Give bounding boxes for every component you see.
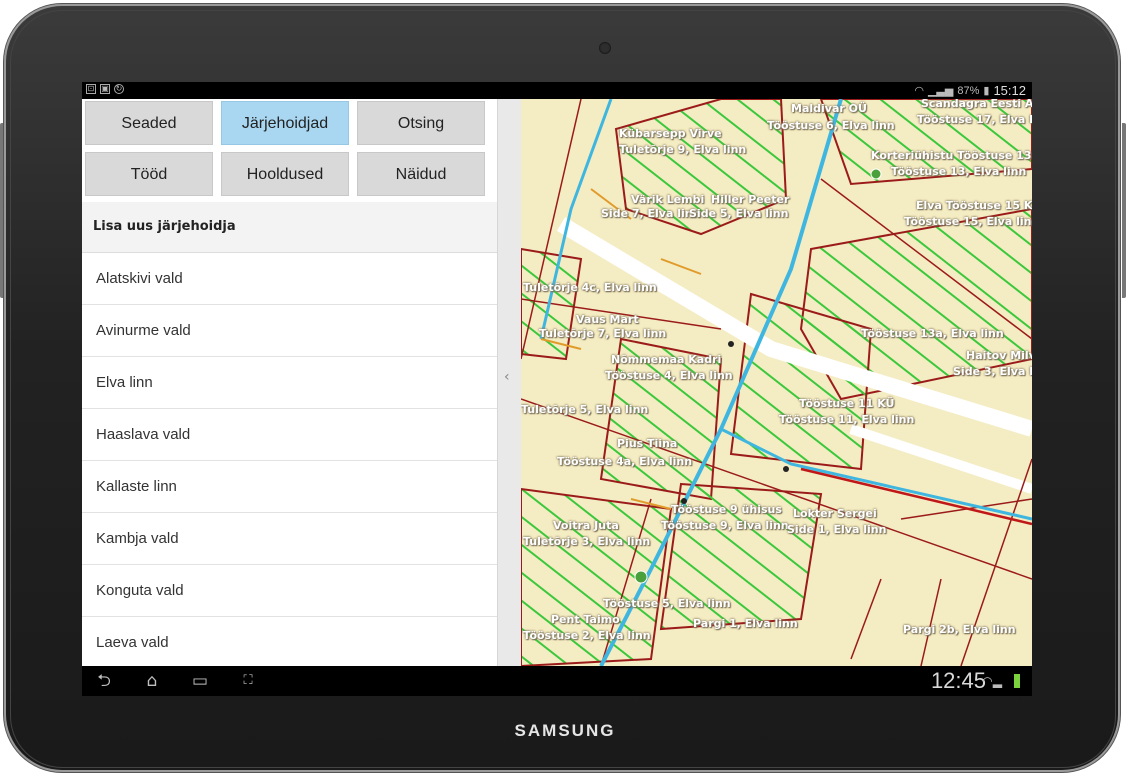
- map-label: Side 3, Elva linn: [953, 365, 1032, 378]
- map-label: Kübarsepp Virve: [619, 127, 722, 140]
- map-label: Elva Tööstuse 15 KÜ: [916, 199, 1032, 212]
- status-bar: ⊡ ▣ ↻ ◠ ▁▃▅ 87% ▮ 15:12: [82, 82, 1032, 99]
- battery-icon: [1014, 674, 1020, 688]
- map-label: Nõmmemaa Kadri: [611, 353, 722, 366]
- list-item[interactable]: Kallaste linn: [82, 461, 497, 513]
- map-node: [870, 168, 882, 180]
- home-icon[interactable]: ⌂: [142, 671, 162, 691]
- map-label: Haitov Milvi: [966, 349, 1032, 362]
- app-window: Seaded Järjehoidjad Otsing Tööd Hoolduse…: [82, 99, 1032, 666]
- map-label: Tööstuse 4a, Elva linn: [557, 455, 693, 468]
- add-bookmark-label: Lisa uus järjehoidja: [93, 219, 236, 234]
- map-label: Tööstuse 4, Elva linn: [605, 369, 733, 382]
- signal-icon: ▁▃▅: [927, 85, 954, 97]
- wifi-signal-icon: ◠▂: [982, 674, 1002, 688]
- map-node: [728, 341, 734, 347]
- list-item[interactable]: Haaslava vald: [82, 409, 497, 461]
- bookmark-list: Alatskivi vald Avinurme vald Elva linn H…: [82, 253, 497, 666]
- map-label: Tööstuse 15, Elva linn: [904, 215, 1032, 228]
- tab-hooldused[interactable]: Hooldused: [221, 152, 349, 196]
- map-label: Tööstuse 6, Elva linn: [767, 119, 895, 132]
- map-label: Maldivar OÜ: [791, 102, 867, 115]
- system-nav-bar: ⮌ ⌂ ▭ ⛶ 12:45 ◠▂: [82, 666, 1032, 696]
- map-label: Tööstuse 17, Elva linn: [917, 113, 1032, 126]
- tab-jarjehoidjad[interactable]: Järjehoidjad: [221, 101, 349, 145]
- tab-naidud[interactable]: Näidud: [357, 152, 485, 196]
- tablet-device: SAMSUNG ⊡ ▣ ↻ ◠ ▁▃▅ 87% ▮ 15:12 Seaded J…: [0, 0, 1126, 775]
- map-label: Side 7, Elva linn: [601, 207, 701, 220]
- back-icon[interactable]: ⮌: [94, 671, 114, 691]
- wifi-icon: ◠: [914, 85, 924, 97]
- list-item[interactable]: Laeva vald: [82, 617, 497, 666]
- recent-apps-icon[interactable]: ▭: [190, 671, 210, 691]
- screen: ⊡ ▣ ↻ ◠ ▁▃▅ 87% ▮ 15:12 Seaded Järjehoid…: [82, 82, 1032, 696]
- tab-tood[interactable]: Tööd: [85, 152, 213, 196]
- map-label: Tuletõrje 7, Elva linn: [539, 327, 667, 340]
- list-item-label: Avinurme vald: [96, 322, 191, 339]
- screenshot-icon[interactable]: ⛶: [238, 671, 258, 691]
- map-label: Tööstuse 13a, Elva linn: [861, 327, 1004, 340]
- map-label: Pargi 1, Elva linn: [693, 617, 798, 630]
- list-item-label: Haaslava vald: [96, 426, 191, 443]
- map-label: Lokter Sergei: [793, 507, 877, 520]
- map-label: Tuletõrje 9, Elva linn: [619, 143, 747, 156]
- list-item-label: Kambja vald: [96, 530, 179, 547]
- road: [849, 424, 1032, 494]
- side-button-right: [1122, 123, 1126, 298]
- map-label: Korteriühistu Tööstuse 13: [871, 149, 1032, 162]
- brand-logo: SAMSUNG: [514, 721, 616, 740]
- list-item-label: Laeva vald: [96, 634, 169, 651]
- battery-icon: ▮: [983, 85, 990, 97]
- list-item-label: Konguta vald: [96, 582, 184, 599]
- panel-splitter[interactable]: ‹: [497, 99, 521, 666]
- map-label: Tööstuse 9, Elva linn: [661, 519, 789, 532]
- add-bookmark-button[interactable]: Lisa uus järjehoidja: [82, 202, 497, 253]
- map-label: Pius Tiina: [617, 437, 678, 450]
- map-label: Tööstuse 5, Elva linn: [603, 597, 731, 610]
- front-camera: [599, 42, 611, 54]
- list-item-label: Alatskivi vald: [96, 270, 183, 287]
- map-node: [783, 466, 789, 472]
- battery-percent: 87%: [957, 84, 980, 97]
- map-label: Tööstuse 2, Elva linn: [523, 629, 651, 642]
- map-canvas[interactable]: [521, 99, 1032, 666]
- tab-seaded[interactable]: Seaded: [85, 101, 213, 145]
- map-label: Side 5, Elva linn: [689, 207, 789, 220]
- bookmarks-panel: Seaded Järjehoidjad Otsing Tööd Hoolduse…: [82, 99, 497, 666]
- map-label: Scandagra Eesti AS: [921, 99, 1032, 110]
- tab-otsing[interactable]: Otsing: [357, 101, 485, 145]
- map-label: Tööstuse 11, Elva linn: [779, 413, 915, 426]
- list-item[interactable]: Elva linn: [82, 357, 497, 409]
- map-view[interactable]: Maldivar OÜ Scandagra Eesti AS Kübarsepp…: [521, 99, 1032, 666]
- map-label: Tuletõrje 3, Elva linn: [523, 535, 651, 548]
- list-item[interactable]: Konguta vald: [82, 565, 497, 617]
- map-label: Side 1, Elva linn: [787, 523, 887, 536]
- list-item-label: Elva linn: [96, 374, 153, 391]
- map-label: Tuletõrje 5, Elva linn: [521, 403, 649, 416]
- map-label: Tuletõrje 4c, Elva linn: [523, 281, 657, 294]
- list-item-label: Kallaste linn: [96, 478, 177, 495]
- map-label: Tööstuse 11 KÜ: [799, 397, 895, 410]
- map-node: [634, 570, 648, 584]
- list-item[interactable]: Kambja vald: [82, 513, 497, 565]
- status-clock: 15:12: [993, 83, 1026, 98]
- list-item[interactable]: Avinurme vald: [82, 305, 497, 357]
- map-label: Tööstuse 13, Elva linn: [891, 165, 1027, 178]
- map-label: Hiller Peeter: [711, 193, 790, 206]
- map-label: Värik Lembi: [631, 193, 705, 206]
- map-label: Vaus Mart: [576, 313, 639, 326]
- map-label: Pargi 2b, Elva linn: [903, 623, 1016, 636]
- map-label: Pent Taimo: [551, 613, 620, 626]
- map-label: Tööstuse 9 ühisus: [671, 503, 782, 516]
- collapse-chevron-icon[interactable]: ‹: [504, 369, 510, 385]
- screenshot-icon: ⊡: [86, 84, 96, 94]
- gallery-icon: ▣: [100, 84, 110, 94]
- list-item[interactable]: Alatskivi vald: [82, 253, 497, 305]
- sync-icon: ↻: [114, 84, 124, 94]
- nav-clock: 12:45: [930, 668, 986, 693]
- map-label: Voitra Juta: [553, 519, 619, 532]
